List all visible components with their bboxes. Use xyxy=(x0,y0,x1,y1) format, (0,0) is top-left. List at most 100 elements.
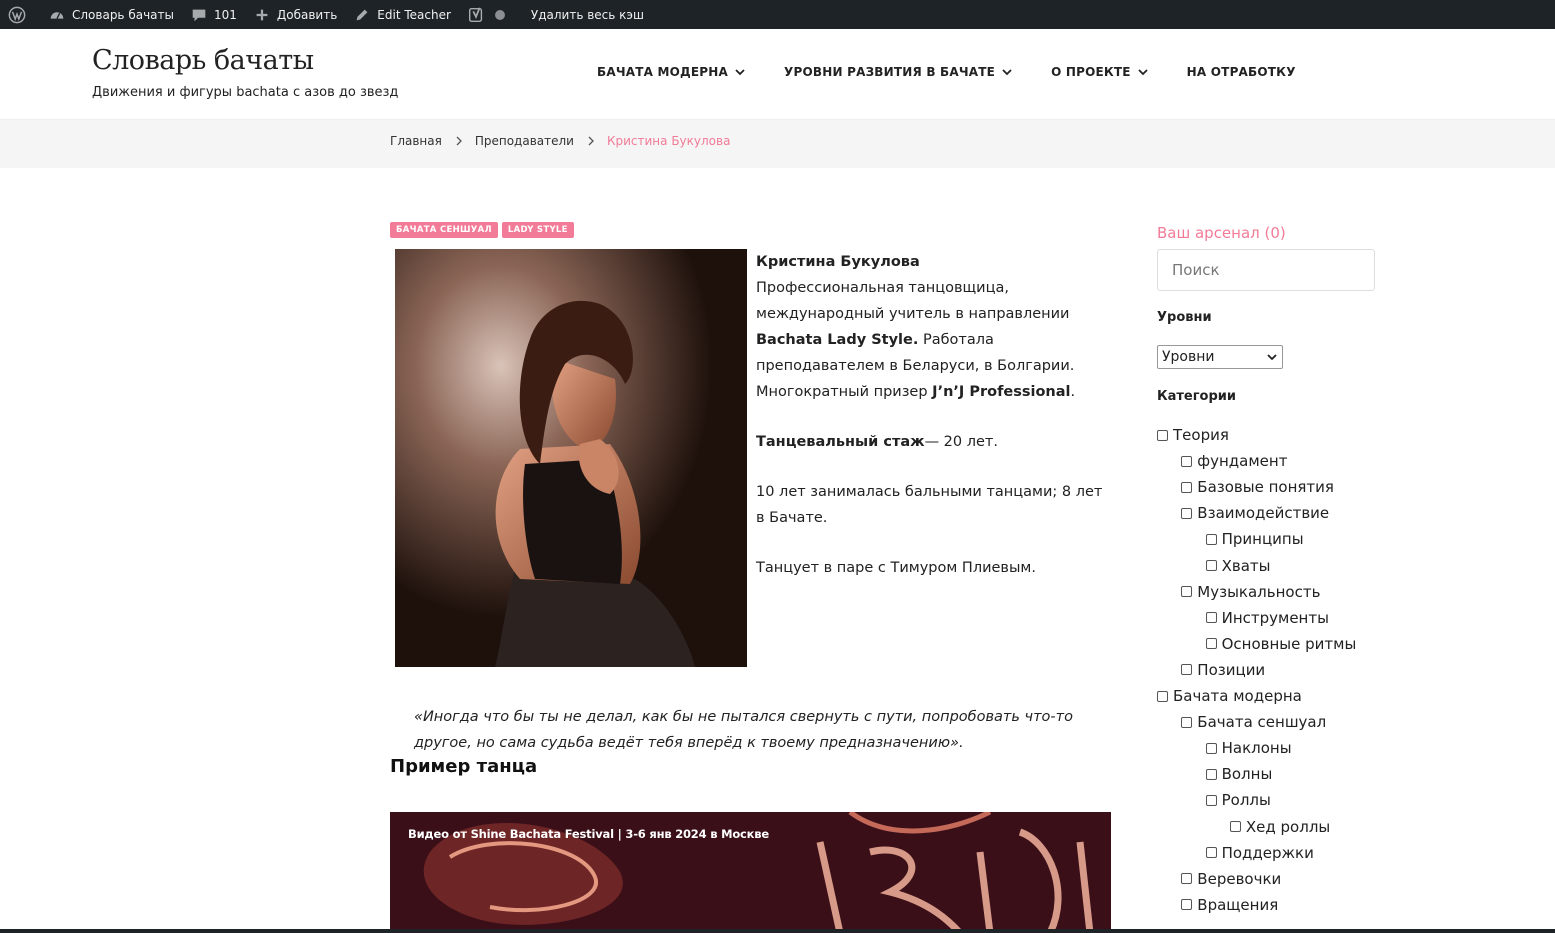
nav-item-label: БАЧАТА МОДЕРНА xyxy=(597,65,729,79)
site-name-link[interactable]: Словарь бачаты xyxy=(40,0,182,29)
add-new-link[interactable]: Добавить xyxy=(245,0,345,29)
add-new-label: Добавить xyxy=(276,7,338,22)
category-label: Теория xyxy=(1173,426,1229,444)
nav-item-label: УРОВНИ РАЗВИТИЯ В БАЧАТЕ xyxy=(784,65,996,79)
category-checkbox[interactable] xyxy=(1205,742,1217,754)
bio-intro-end: . xyxy=(1070,384,1076,400)
category-checkbox[interactable] xyxy=(1181,455,1193,467)
category-label: Бачата сеншуал xyxy=(1197,713,1327,732)
clear-cache-label: Удалить весь кэш xyxy=(530,7,644,22)
bio-partner: Танцует в паре с Тимуром Плиевым. xyxy=(756,560,1036,576)
category-label: Волны xyxy=(1221,765,1273,784)
category-item[interactable]: Базовые понятия xyxy=(1181,474,1334,500)
category-item[interactable]: Инструменты xyxy=(1205,605,1329,631)
category-checkbox[interactable] xyxy=(1181,586,1193,598)
bio-intro: Профессиональная танцовщица, международн… xyxy=(756,275,1106,405)
dance-video-player[interactable]: Видео от Shine Bachata Festival | 3-6 ян… xyxy=(390,812,1111,933)
category-checkbox[interactable] xyxy=(1205,533,1217,545)
chevron-right-icon xyxy=(454,136,464,146)
seo-status-dot-icon xyxy=(491,6,509,24)
edit-teacher-link[interactable]: Edit Teacher xyxy=(345,0,459,29)
category-item[interactable]: Основные ритмы xyxy=(1205,631,1357,657)
teacher-name: Кристина Букулова xyxy=(756,254,920,270)
chevron-down-icon xyxy=(734,66,746,78)
comments-link[interactable]: 101 xyxy=(182,0,245,29)
category-checkbox[interactable] xyxy=(1229,821,1241,832)
category-checkbox[interactable] xyxy=(1181,507,1193,519)
category-label: Веревочки xyxy=(1197,869,1282,888)
arsenal-link[interactable]: Ваш арсенал (0) xyxy=(1157,224,1286,242)
category-checkbox[interactable] xyxy=(1205,612,1217,624)
category-checkbox[interactable] xyxy=(1205,847,1217,859)
breadcrumb-home-link[interactable]: Главная xyxy=(390,134,442,148)
category-label: Базовые понятия xyxy=(1197,478,1334,497)
bio-award: J’n’J Professional xyxy=(932,384,1071,400)
category-checkbox[interactable] xyxy=(1181,899,1193,911)
category-checkbox[interactable] xyxy=(1181,481,1193,493)
category-label: Музыкальность xyxy=(1197,582,1321,601)
category-checkbox[interactable] xyxy=(1205,638,1217,650)
category-label: Вращения xyxy=(1197,895,1279,914)
levels-widget-title: Уровни xyxy=(1157,310,1212,325)
category-label: фундамент xyxy=(1197,452,1288,471)
clear-cache-button[interactable]: Удалить весь кэш xyxy=(523,0,652,29)
category-checkbox[interactable] xyxy=(1205,768,1217,780)
nav-item-levels[interactable]: УРОВНИ РАЗВИТИЯ В БАЧАТЕ xyxy=(784,65,1013,79)
search-input[interactable] xyxy=(1157,249,1375,291)
nav-item-label: О ПРОЕКТЕ xyxy=(1051,65,1131,79)
category-checkbox[interactable] xyxy=(1181,873,1193,885)
teacher-photo xyxy=(395,249,747,667)
category-item[interactable]: Позиции xyxy=(1181,657,1265,683)
category-item[interactable]: Вращения xyxy=(1181,892,1278,918)
category-item[interactable]: Хваты xyxy=(1205,553,1270,579)
bio-history: 10 лет занималась бальными танцами; 8 ле… xyxy=(756,484,1103,526)
teacher-quote: «Иногда что бы ты не делал, как бы не пы… xyxy=(414,709,1073,751)
plus-icon xyxy=(253,6,271,24)
experience-value: — 20 лет. xyxy=(924,434,998,450)
category-checkbox[interactable] xyxy=(1157,429,1168,441)
chevron-down-icon xyxy=(1137,66,1149,78)
category-item[interactable]: Волны xyxy=(1205,761,1273,787)
breadcrumb-teachers-link[interactable]: Преподаватели xyxy=(475,134,574,148)
category-label: Инструменты xyxy=(1221,608,1329,627)
wordpress-menu[interactable] xyxy=(0,0,40,29)
site-title[interactable]: Словарь бачаты xyxy=(92,45,314,76)
post-tags: БАЧАТА СЕНШУАЛ LADY STYLE xyxy=(390,222,574,238)
tag-lady-style[interactable]: LADY STYLE xyxy=(501,222,574,238)
category-item[interactable]: Взаимодействие xyxy=(1181,500,1329,526)
levels-select[interactable]: Уровни xyxy=(1157,345,1283,369)
site-header: Словарь бачаты Движения и фигуры bachata… xyxy=(0,29,1555,120)
comment-icon xyxy=(190,6,208,24)
dashboard-icon xyxy=(48,6,66,24)
category-item[interactable]: Роллы xyxy=(1205,787,1271,813)
category-item[interactable]: Теория xyxy=(1157,422,1229,448)
levels-select-value: Уровни xyxy=(1162,349,1215,365)
bottom-edge xyxy=(0,929,1555,933)
nav-item-practice[interactable]: НА ОТРАБОТКУ xyxy=(1187,65,1296,79)
category-item[interactable]: Наклоны xyxy=(1205,735,1292,761)
category-label: Взаимодействие xyxy=(1197,504,1330,523)
comments-count: 101 xyxy=(213,7,237,22)
category-label: Основные ритмы xyxy=(1221,634,1357,653)
category-checkbox[interactable] xyxy=(1157,690,1168,702)
category-item[interactable]: Принципы xyxy=(1205,526,1304,552)
experience-label: Танцевальный стаж xyxy=(756,434,925,450)
bio-intro-text: Профессиональная танцовщица, международн… xyxy=(756,280,1070,322)
category-item[interactable]: Бачата модерна xyxy=(1157,683,1302,709)
yoast-seo-menu[interactable] xyxy=(459,0,523,29)
category-item[interactable]: Поддержки xyxy=(1205,840,1314,866)
category-item[interactable]: Веревочки xyxy=(1181,866,1281,892)
category-checkbox[interactable] xyxy=(1181,716,1193,728)
category-item[interactable]: фундамент xyxy=(1181,448,1287,474)
chevron-down-icon xyxy=(1266,351,1278,363)
nav-item-about[interactable]: О ПРОЕКТЕ xyxy=(1051,65,1149,79)
tag-bachata-sensual[interactable]: БАЧАТА СЕНШУАЛ xyxy=(390,222,498,238)
category-checkbox[interactable] xyxy=(1181,664,1193,676)
category-checkbox[interactable] xyxy=(1205,794,1217,806)
bio-style: Bachata Lady Style. xyxy=(756,332,919,348)
category-item[interactable]: Музыкальность xyxy=(1181,579,1320,605)
category-checkbox[interactable] xyxy=(1205,560,1217,571)
category-item[interactable]: Бачата сеншуал xyxy=(1181,709,1326,735)
category-item[interactable]: Хед роллы xyxy=(1229,814,1330,840)
nav-item-bachata-moderna[interactable]: БАЧАТА МОДЕРНА xyxy=(597,65,746,79)
